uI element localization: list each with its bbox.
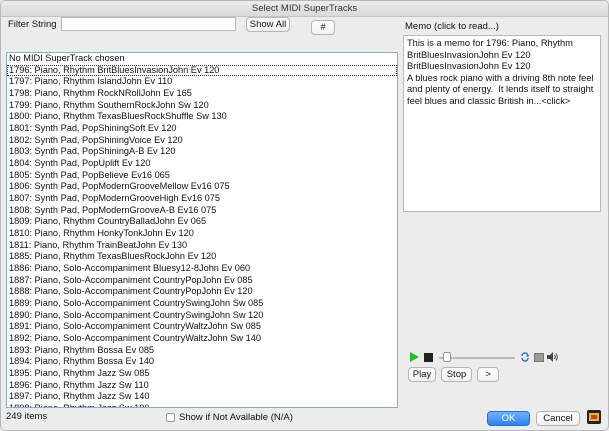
list-item[interactable]: 1799: Piano, Rhythm SouthernRockJohn Sw … [7,100,397,112]
list-item[interactable]: 1885: Piano, Rhythm TexasBluesRockJohn E… [7,251,397,263]
next-button[interactable]: > [477,367,499,382]
export-icon[interactable] [534,353,544,362]
hash-button[interactable]: # [311,20,335,35]
cancel-button[interactable]: Cancel [536,411,580,426]
memo-label: Memo (click to read...) [405,21,499,32]
list-item[interactable]: 1809: Piano, Rhythm CountryBalladJohn Ev… [7,216,397,228]
list-item[interactable]: 1800: Piano, Rhythm TexasBluesRockShuffl… [7,111,397,123]
list-item[interactable]: 1807: Synth Pad, PopModernGrooveHigh Ev1… [7,193,397,205]
list-item[interactable]: 1811: Piano, Rhythm TrainBeatJohn Ev 130 [7,240,397,252]
supertrack-list[interactable]: No MIDI SuperTrack chosen 1796: Piano, Rh… [6,52,398,408]
list-item[interactable]: 1798: Piano, Rhythm RockNRollJohn Ev 165 [7,88,397,100]
list-item[interactable]: 1808: Synth Pad, PopModernGrooveA-B Ev16… [7,205,397,217]
position-slider-thumb[interactable] [442,352,451,362]
show-na-checkbox[interactable] [166,413,175,422]
list-item[interactable]: 1890: Piano, Solo-Accompaniment CountryS… [7,310,397,322]
list-item[interactable]: 1796: Piano, Rhythm BritBluesInvasionJoh… [7,64,397,77]
list-item[interactable]: 1806: Synth Pad, PopModernGrooveMellow E… [7,181,397,193]
list-item[interactable]: 1888: Piano, Solo-Accompaniment CountryP… [7,286,397,298]
play-icon[interactable] [409,352,419,362]
list-item[interactable]: 1802: Synth Pad, PopShiningVoice Ev 120 [7,135,397,147]
list-item[interactable]: 1889: Piano, Solo-Accompaniment CountryS… [7,298,397,310]
show-all-button[interactable]: Show All [246,17,290,32]
list-item[interactable]: 1898: Piano, Rhythm Jazz Sw 190 [7,403,397,407]
dialog-window: Select MIDI SuperTracks Filter String Sh… [0,0,609,431]
list-item[interactable]: 1891: Piano, Solo-Accompaniment CountryW… [7,321,397,333]
list-item[interactable]: 1803: Synth Pad, PopShiningA-B Ev 120 [7,146,397,158]
play-button[interactable]: Play [408,367,436,382]
list-item[interactable]: 1892: Piano, Solo-Accompaniment CountryW… [7,333,397,345]
list-item[interactable]: 1801: Synth Pad, PopShiningSoft Ev 120 [7,123,397,135]
filter-input[interactable] [61,17,236,31]
list-item[interactable]: 1897: Piano, Rhythm Jazz Sw 140 [7,391,397,403]
list-item[interactable]: 1895: Piano, Rhythm Jazz Sw 085 [7,368,397,380]
show-na-label: Show if Not Available (N/A) [179,412,293,423]
stop-button[interactable]: Stop [441,367,472,382]
list-item[interactable]: 1804: Synth Pad, PopUplift Ev 120 [7,158,397,170]
list-item[interactable]: 1896: Piano, Rhythm Jazz Sw 110 [7,380,397,392]
list-item[interactable]: 1810: Piano, Rhythm HonkyTonkJohn Ev 120 [7,228,397,240]
volume-icon[interactable] [547,352,558,362]
list-item[interactable]: No MIDI SuperTrack chosen [7,53,397,65]
list-item[interactable]: 1893: Piano, Rhythm Bossa Ev 085 [7,345,397,357]
stop-icon[interactable] [424,353,433,362]
item-count: 249 items [6,411,48,422]
window-title: Select MIDI SuperTracks [1,1,608,17]
app-logo-icon [587,410,601,424]
list-item[interactable]: 1894: Piano, Rhythm Bossa Ev 140 [7,356,397,368]
list-item[interactable]: 1805: Synth Pad, PopBelieve Ev16 065 [7,170,397,182]
loop-icon[interactable] [520,352,530,362]
memo-box[interactable]: This is a memo for 1796: Piano, Rhythm B… [403,35,601,212]
list-item[interactable]: 1797: Piano, Rhythm IslandJohn Ev 110 [7,76,397,88]
filter-label: Filter String [8,19,57,30]
list-item[interactable]: 1886: Piano, Solo-Accompaniment Bluesy12… [7,263,397,275]
ok-button[interactable]: OK [487,411,530,426]
list-item[interactable]: 1887: Piano, Solo-Accompaniment CountryP… [7,275,397,287]
